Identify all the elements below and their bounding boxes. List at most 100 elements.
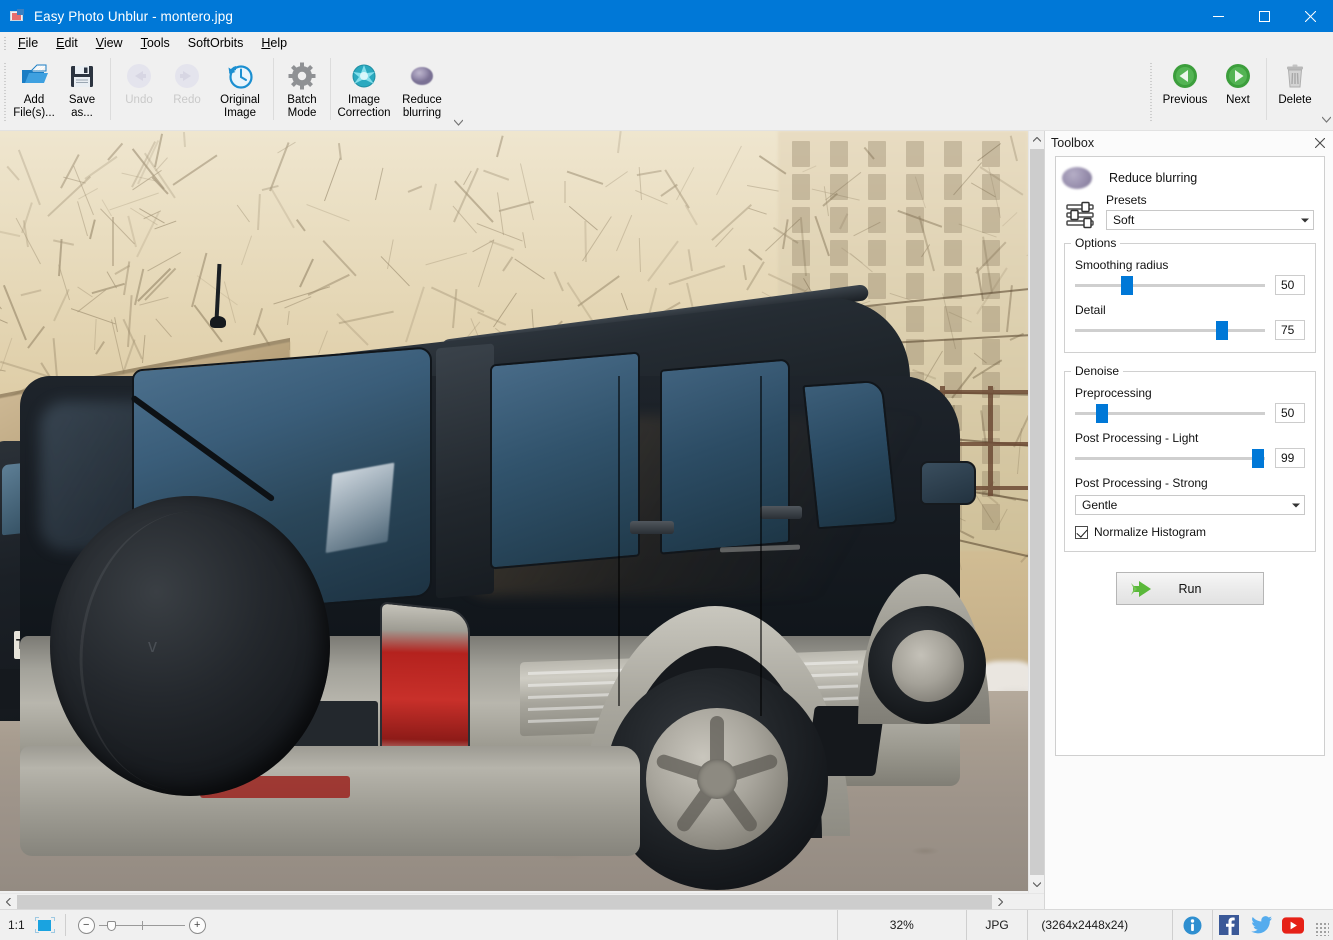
toolbar-right-overflow-chevron[interactable]: [1319, 57, 1333, 127]
add-files-button[interactable]: Add File(s)...: [10, 54, 58, 126]
toolbar-right-grip[interactable]: [1146, 57, 1156, 127]
image-correction-button[interactable]: Image Correction: [335, 54, 393, 126]
post-processing-light-label: Post Processing - Light: [1075, 431, 1199, 445]
gear-icon: [287, 61, 317, 91]
redo-button[interactable]: Redo: [163, 54, 211, 126]
menu-bar: FFileile Edit View Tools SoftOrbits Help: [0, 32, 1333, 54]
canvas-vertical-scrollbar[interactable]: [1028, 131, 1044, 893]
zoom-percent-segment: 32%: [838, 909, 967, 940]
normalize-histogram-row[interactable]: Normalize Histogram: [1075, 525, 1305, 539]
smoothing-radius-value[interactable]: 50: [1275, 275, 1305, 295]
post-processing-light-slider[interactable]: [1075, 448, 1265, 468]
preprocessing-value[interactable]: 50: [1275, 403, 1305, 423]
toolbox-close-button[interactable]: [1311, 134, 1329, 152]
horizontal-scroll-thumb[interactable]: [17, 894, 992, 909]
youtube-icon[interactable]: [1282, 914, 1305, 936]
active-tool-name: Reduce blurring: [1109, 171, 1198, 185]
original-image-button[interactable]: Original Image: [211, 54, 269, 126]
detail-knob[interactable]: [1215, 321, 1228, 340]
menu-file[interactable]: FFileile: [9, 34, 47, 53]
menu-softorbits[interactable]: SoftOrbits: [179, 34, 253, 53]
image-canvas[interactable]: TH: [0, 131, 1044, 909]
photo-image[interactable]: TH: [0, 131, 1028, 891]
toolbox-body: Reduce blurring Presets Soft Options Smo…: [1055, 156, 1325, 756]
zoom-ratio-label[interactable]: 1:1: [0, 918, 31, 932]
delete-button[interactable]: Delete: [1271, 54, 1319, 126]
status-bar: 1:1 − + 32% JPG (3264x2448x24): [0, 909, 1333, 940]
reduce-blurring-button[interactable]: Reduce blurring: [393, 54, 451, 126]
menu-view[interactable]: View: [87, 34, 132, 53]
menu-help[interactable]: Help: [252, 34, 296, 53]
detail-value[interactable]: 75: [1275, 320, 1305, 340]
file-format-label: JPG: [985, 918, 1009, 932]
run-button-label: Run: [1178, 581, 1202, 596]
social-links: [1213, 910, 1309, 940]
resize-grip-icon[interactable]: [1315, 922, 1329, 936]
title-bar: Easy Photo Unblur - montero.jpg: [0, 0, 1333, 32]
post-processing-light-knob[interactable]: [1251, 449, 1264, 468]
previous-button[interactable]: Previous: [1156, 54, 1214, 126]
menu-drag-grip[interactable]: [0, 32, 9, 54]
purple-blur-orb-icon: [1062, 167, 1092, 189]
photo-antenna-base: [210, 316, 226, 328]
toolbox-title: Toolbox: [1051, 136, 1095, 150]
image-dimensions-label: (3264x2448x24): [1041, 918, 1129, 932]
next-label: Next: [1226, 94, 1250, 106]
smoothing-radius-slider[interactable]: [1075, 275, 1265, 295]
smoothing-radius-knob[interactable]: [1120, 276, 1133, 295]
preprocessing-slider[interactable]: [1075, 403, 1265, 423]
scroll-down-button[interactable]: [1029, 876, 1045, 893]
vertical-scroll-thumb[interactable]: [1030, 149, 1044, 875]
zoom-in-button[interactable]: +: [188, 916, 206, 934]
presets-label: Presets: [1106, 193, 1147, 207]
normalize-histogram-checkbox[interactable]: [1075, 525, 1088, 539]
minimize-button[interactable]: [1195, 0, 1241, 32]
run-button[interactable]: Run: [1116, 572, 1264, 605]
zoom-slider-knob[interactable]: [106, 920, 116, 931]
zoom-out-button[interactable]: −: [77, 916, 95, 934]
toolbar-separator-4: [1266, 58, 1267, 120]
dimensions-segment: (3264x2448x24): [1028, 909, 1174, 940]
next-button[interactable]: Next: [1214, 54, 1262, 126]
clock-history-icon: [225, 61, 255, 91]
canvas-horizontal-scrollbar[interactable]: [0, 893, 1044, 909]
post-processing-strong-label: Post Processing - Strong: [1075, 476, 1208, 490]
normalize-histogram-label: Normalize Histogram: [1094, 525, 1207, 539]
chevron-down-icon: [1296, 211, 1313, 229]
presets-select[interactable]: Soft: [1106, 210, 1314, 230]
menu-tools[interactable]: Tools: [132, 34, 179, 53]
original-image-label: Original Image: [220, 94, 260, 119]
teal-star-burst-icon: [349, 61, 379, 91]
scroll-right-button[interactable]: [992, 894, 1009, 910]
floppy-disk-icon: [67, 61, 97, 91]
close-button[interactable]: [1287, 0, 1333, 32]
green-right-arrow-icon: [1223, 61, 1253, 91]
scroll-left-button[interactable]: [0, 894, 17, 910]
detail-slider[interactable]: [1075, 320, 1265, 340]
facebook-icon[interactable]: [1218, 914, 1240, 936]
run-button-wrap: Run: [1056, 572, 1324, 605]
twitter-icon[interactable]: [1250, 914, 1272, 936]
photo-front-rim: [892, 630, 964, 702]
save-as-button[interactable]: Save as...: [58, 54, 106, 126]
fit-to-window-icon[interactable]: [33, 916, 57, 934]
reduce-blurring-label: Reduce blurring: [402, 94, 442, 119]
toolbox-panel: Toolbox Reduce blurring Presets Soft Opt…: [1044, 131, 1333, 909]
undo-button[interactable]: Undo: [115, 54, 163, 126]
zoom-slider-track[interactable]: [98, 917, 185, 934]
batch-mode-button[interactable]: Batch Mode: [278, 54, 326, 126]
post-processing-strong-select[interactable]: Gentle: [1075, 495, 1305, 515]
chevron-down-icon: [1287, 496, 1304, 514]
denoise-group: Denoise Preprocessing 50 Post Processing…: [1064, 364, 1316, 552]
menu-edit[interactable]: Edit: [47, 34, 87, 53]
info-icon[interactable]: [1182, 914, 1204, 936]
zoom-slider-control[interactable]: − +: [77, 916, 206, 934]
detail-row: 75: [1075, 320, 1305, 340]
save-as-label: Save as...: [68, 94, 96, 119]
maximize-button[interactable]: [1241, 0, 1287, 32]
scroll-up-button[interactable]: [1029, 131, 1045, 148]
preprocessing-knob[interactable]: [1095, 404, 1108, 423]
app-icon: [9, 8, 25, 24]
toolbar-overflow-chevron[interactable]: [451, 60, 465, 130]
post-processing-light-value[interactable]: 99: [1275, 448, 1305, 468]
